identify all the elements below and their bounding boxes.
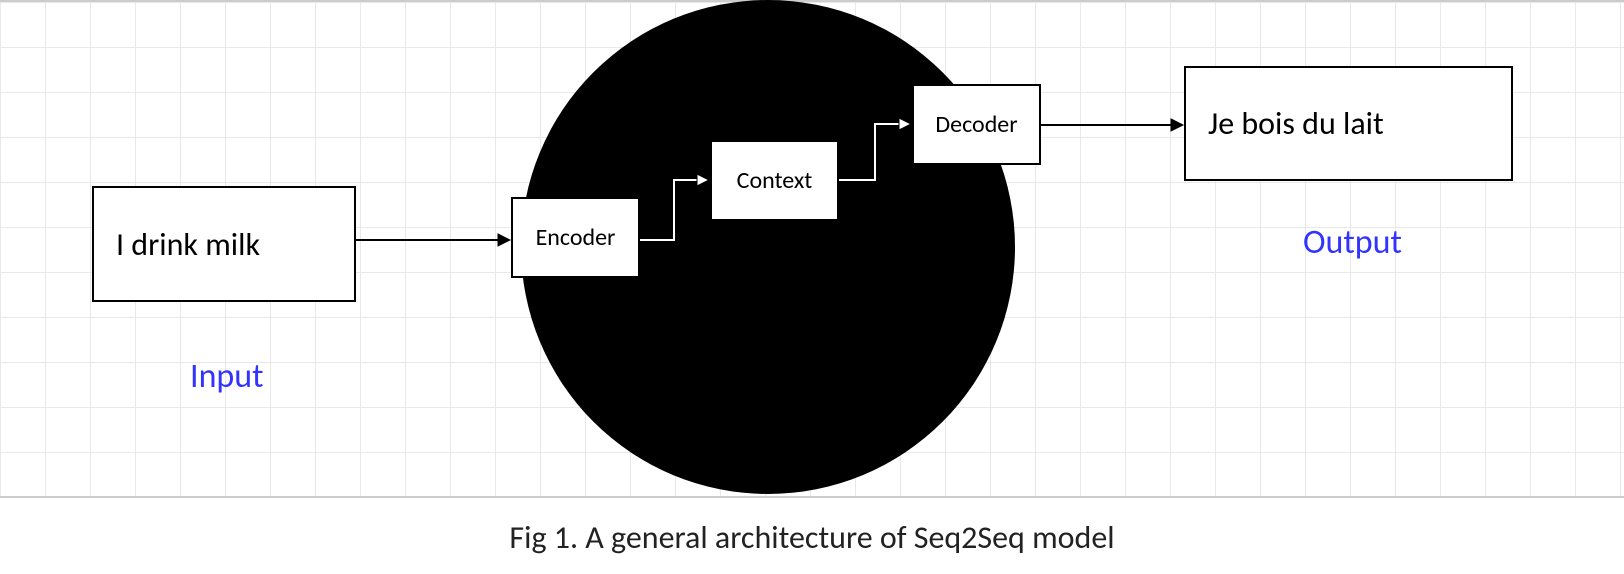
context-box: Context <box>710 140 839 221</box>
decoder-text: Decoder <box>935 110 1017 139</box>
input-label: Input <box>190 356 264 397</box>
input-box: I drink milk <box>92 186 356 302</box>
encoder-text: Encoder <box>536 223 616 252</box>
arrow-context-decoder <box>839 112 917 190</box>
input-text: I drink milk <box>116 225 260 264</box>
output-label: Output <box>1303 222 1402 263</box>
output-box: Je bois du lait <box>1184 66 1513 181</box>
figure-caption: Fig 1. A general architecture of Seq2Seq… <box>0 518 1624 557</box>
output-text: Je bois du lait <box>1208 104 1384 143</box>
arrow-decoder-output <box>1041 115 1189 135</box>
arrow-encoder-context <box>640 168 715 246</box>
encoder-box: Encoder <box>511 197 640 278</box>
context-text: Context <box>737 166 813 195</box>
arrow-input-encoder <box>356 230 516 250</box>
decoder-box: Decoder <box>912 84 1041 165</box>
